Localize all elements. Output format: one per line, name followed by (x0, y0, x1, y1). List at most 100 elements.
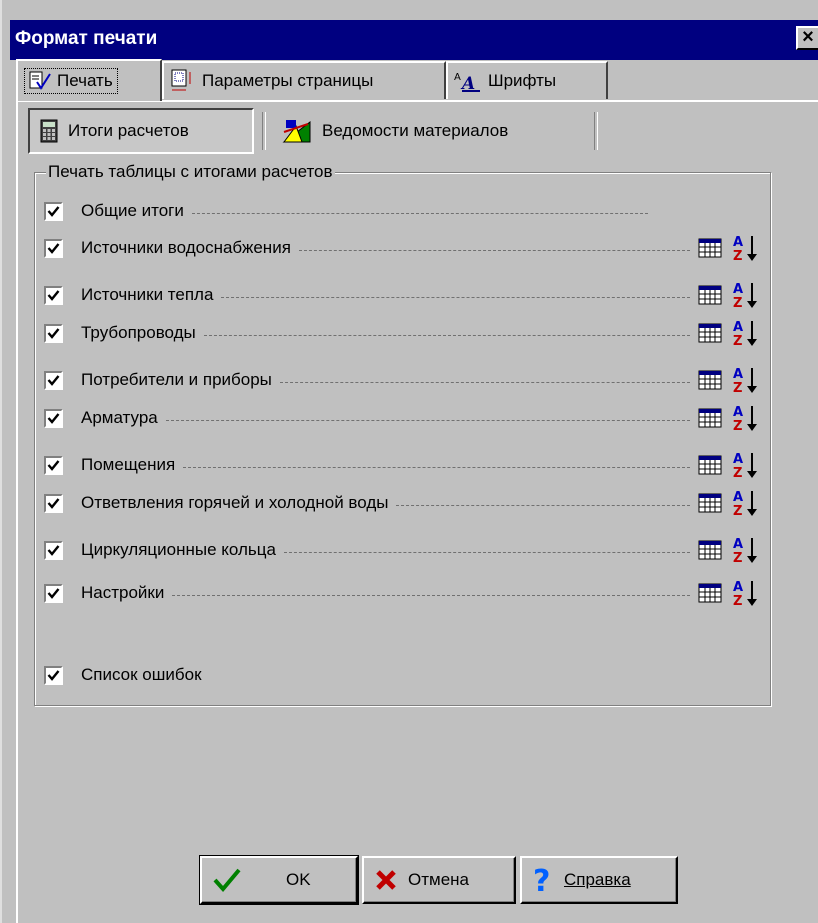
cancel-button[interactable]: Отмена (362, 856, 516, 904)
svg-text:Z: Z (733, 551, 742, 565)
svg-text:A: A (454, 72, 461, 83)
table-view-icon[interactable] (698, 238, 722, 258)
table-view-icon[interactable] (698, 455, 722, 475)
result-row: Общие итоги (44, 196, 774, 226)
help-button[interactable]: ? Справка (520, 856, 678, 904)
print-check-icon (29, 71, 51, 90)
errors-label: Список ошибок (81, 665, 202, 684)
sort-az-icon[interactable]: AZ (732, 450, 758, 480)
groupbox-legend: Печать таблицы с итогами расчетов (46, 162, 335, 182)
result-row-label: Трубопроводы (81, 323, 196, 342)
result-row-checkbox[interactable] (44, 408, 63, 428)
result-row-checkbox[interactable] (44, 323, 63, 343)
row-actions: AZ (698, 578, 774, 608)
row-actions: AZ (698, 365, 774, 395)
dotted-leader (279, 381, 690, 383)
sort-az-icon[interactable]: AZ (732, 365, 758, 395)
subtab-material-lists[interactable]: Ведомости материалов (272, 108, 592, 154)
close-icon: × (802, 26, 814, 48)
table-view-icon[interactable] (698, 285, 722, 305)
table-view-icon[interactable] (698, 493, 722, 513)
sort-az-icon[interactable]: AZ (732, 318, 758, 348)
cancel-x-icon (376, 870, 396, 890)
calculator-icon (40, 119, 58, 143)
subtab-separator (594, 112, 598, 150)
result-row-checkbox[interactable] (44, 493, 63, 513)
dotted-leader (183, 466, 690, 468)
tab-strip: Печать Параметры страницы A A Шрифты (16, 59, 816, 101)
result-row: Настройки A Z (44, 578, 774, 608)
svg-text:Z: Z (733, 419, 742, 433)
errors-checkbox[interactable] (44, 665, 63, 685)
result-row: Помещения A Z (44, 450, 774, 480)
svg-text:A: A (733, 490, 743, 505)
tab-page-setup[interactable]: Параметры страницы (162, 61, 446, 99)
result-row-checkbox[interactable] (44, 370, 63, 390)
svg-text:A: A (733, 367, 743, 382)
checkmark-icon (47, 544, 60, 556)
svg-text:Z: Z (733, 594, 742, 608)
tab-print-label: Печать (57, 71, 113, 90)
dotted-leader (221, 296, 690, 298)
checkmark-icon (47, 669, 60, 681)
sort-az-icon[interactable]: AZ (732, 578, 758, 608)
checkmark-icon (47, 205, 60, 217)
ok-button[interactable]: OK (199, 855, 359, 905)
svg-text:Z: Z (733, 504, 742, 518)
result-row-checkbox[interactable] (44, 201, 63, 221)
row-actions: AZ (698, 535, 774, 565)
result-row-checkbox[interactable] (44, 540, 63, 560)
result-row-label: Арматура (81, 408, 158, 427)
sort-az-icon[interactable]: AZ (732, 403, 758, 433)
result-row-label: Помещения (81, 455, 176, 474)
tab-fonts-label: Шрифты (488, 71, 557, 90)
svg-text:Z: Z (733, 296, 742, 310)
tab-fonts[interactable]: A A Шрифты (446, 61, 608, 99)
tab-print[interactable]: Печать (16, 59, 162, 101)
sort-az-icon[interactable]: AZ (732, 233, 758, 263)
subtab-material-lists-label: Ведомости материалов (322, 121, 509, 140)
table-view-icon[interactable] (698, 583, 722, 603)
table-view-icon[interactable] (698, 540, 722, 560)
sort-az-icon[interactable]: AZ (732, 535, 758, 565)
checkmark-icon (47, 327, 60, 339)
window-title: Формат печати (15, 28, 158, 49)
svg-text:A: A (733, 282, 743, 297)
result-row-checkbox[interactable] (44, 583, 63, 603)
result-row-checkbox[interactable] (44, 285, 63, 305)
row-actions: AZ (698, 280, 774, 310)
row-actions: AZ (698, 450, 774, 480)
sort-az-icon[interactable]: AZ (732, 488, 758, 518)
svg-text:?: ? (533, 865, 550, 895)
close-button[interactable]: × (796, 26, 818, 50)
table-view-icon[interactable] (698, 370, 722, 390)
print-format-dialog: Формат печати × Печать Параметры страниц… (0, 0, 818, 923)
sort-az-icon[interactable]: AZ (732, 280, 758, 310)
svg-text:A: A (733, 452, 743, 467)
errors-row: Список ошибок (44, 660, 774, 690)
dotted-leader (172, 594, 690, 596)
result-row-checkbox[interactable] (44, 238, 63, 258)
table-view-icon[interactable] (698, 323, 722, 343)
result-row-label: Источники водоснабжения (81, 238, 291, 257)
subtab-calc-results[interactable]: Итоги расчетов (28, 108, 254, 154)
checkmark-icon (47, 587, 60, 599)
title-bar[interactable]: Формат печати × (10, 20, 818, 60)
checkmark-icon (47, 289, 60, 301)
table-view-icon[interactable] (698, 408, 722, 428)
dotted-leader (191, 212, 648, 214)
svg-text:A: A (460, 74, 475, 92)
svg-text:Z: Z (733, 249, 742, 263)
result-row: Источники тепла A Z (44, 280, 774, 310)
checkmark-icon (47, 497, 60, 509)
fonts-icon: A A (454, 72, 480, 92)
result-row-label: Источники тепла (81, 285, 214, 304)
checkmark-icon (213, 868, 241, 893)
materials-icon (282, 120, 311, 143)
svg-text:Z: Z (733, 334, 742, 348)
ok-label: OK (286, 870, 311, 889)
checkmark-icon (47, 459, 60, 471)
dotted-leader (298, 249, 690, 251)
subtab-calc-results-label: Итоги расчетов (68, 121, 189, 140)
result-row-checkbox[interactable] (44, 455, 63, 475)
